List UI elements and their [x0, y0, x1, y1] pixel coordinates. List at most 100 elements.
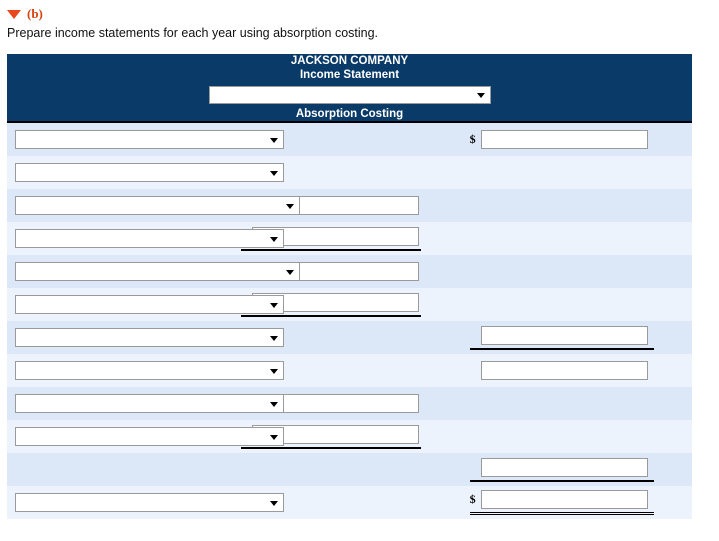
- line-item-select-box: [15, 295, 284, 314]
- row-label-content: [15, 453, 235, 486]
- row-label-content: [15, 123, 235, 156]
- row-total-cell: $: [464, 486, 692, 519]
- triangle-down-icon[interactable]: [7, 10, 21, 19]
- row-total-content: $: [470, 486, 692, 519]
- line-item-select-box: [15, 130, 284, 149]
- line-item-select-box: [15, 328, 284, 347]
- row-label-content: [15, 420, 235, 453]
- line-item-select[interactable]: [15, 295, 284, 314]
- row-label-cell: [7, 156, 235, 189]
- row-total-content: $: [470, 321, 692, 354]
- instruction-text: Prepare income statements for each year …: [7, 26, 378, 40]
- line-item-select-box: [15, 361, 284, 380]
- line-item-select[interactable]: [15, 130, 284, 149]
- row-label-content: [15, 288, 235, 321]
- line-item-select[interactable]: [15, 427, 284, 446]
- total-inline: $: [470, 130, 654, 149]
- row-total-cell: $: [464, 354, 692, 387]
- period-select[interactable]: [209, 86, 491, 104]
- total-amount-input[interactable]: [481, 130, 648, 149]
- row-label-cell: [7, 321, 235, 354]
- row-total-content: [470, 156, 692, 189]
- table-row: $: [7, 288, 692, 321]
- table-row: $: [7, 354, 692, 387]
- line-item-select-box: [15, 394, 284, 413]
- row-label-cell: [7, 354, 235, 387]
- line-item-select[interactable]: [15, 361, 284, 380]
- row-total-content: $: [470, 123, 692, 156]
- row-label-cell: [7, 189, 235, 222]
- row-total-cell: [464, 156, 692, 189]
- part-label: (b): [27, 6, 43, 22]
- table-row: $: [7, 420, 692, 453]
- line-item-select-box: [15, 493, 284, 512]
- line-item-select[interactable]: [15, 328, 284, 347]
- row-total-cell: $: [464, 321, 692, 354]
- row-label-cell: [7, 288, 235, 321]
- row-label-cell: [7, 387, 235, 420]
- line-item-select-box: [15, 262, 300, 281]
- row-label-content: [15, 387, 235, 420]
- row-label-content: [15, 321, 235, 354]
- total-field-wrap: $: [470, 130, 654, 149]
- line-item-select[interactable]: [15, 229, 284, 248]
- total-inline: $: [470, 490, 654, 509]
- total-inline: $: [470, 458, 654, 477]
- total-inline: $: [470, 361, 654, 380]
- row-label-cell: [7, 255, 235, 288]
- total-amount-input[interactable]: [481, 326, 648, 345]
- row-total-content: $: [470, 453, 692, 486]
- line-item-select[interactable]: [15, 493, 284, 512]
- currency-symbol: $: [470, 328, 481, 343]
- part-heading: (b): [7, 5, 43, 23]
- row-total-content: [470, 189, 692, 222]
- row-total-content: [470, 387, 692, 420]
- row-total-content: $: [470, 354, 692, 387]
- row-label-cell: [7, 420, 235, 453]
- row-label-content: [15, 486, 235, 519]
- row-total-content: [470, 222, 692, 255]
- row-subtotal-content: [241, 453, 463, 486]
- currency-symbol: $: [470, 132, 481, 147]
- line-item-select[interactable]: [15, 262, 300, 281]
- row-total-cell: [464, 255, 692, 288]
- table-row: $: [7, 453, 692, 486]
- currency-symbol: $: [470, 363, 481, 378]
- row-label-content: [15, 255, 235, 288]
- row-total-content: [470, 255, 692, 288]
- row-subtotal-cell: [235, 453, 463, 486]
- statement-header-cell: JACKSON COMPANY Income Statement Absorpt…: [7, 54, 692, 122]
- row-label-cell: [7, 486, 235, 519]
- statement-title: Income Statement: [7, 68, 692, 82]
- period-select-box: [209, 86, 491, 104]
- line-item-select[interactable]: [15, 163, 284, 182]
- row-total-cell: [464, 387, 692, 420]
- table-row: $: [7, 122, 692, 156]
- company-name: JACKSON COMPANY: [7, 54, 692, 68]
- row-label-cell: [7, 222, 235, 255]
- statement-header-row: JACKSON COMPANY Income Statement Absorpt…: [7, 54, 692, 122]
- line-item-select-box: [15, 229, 284, 248]
- row-label-content: [15, 189, 235, 222]
- row-label-content: [15, 222, 235, 255]
- total-amount-input[interactable]: [481, 490, 648, 509]
- row-label-cell: [7, 122, 235, 156]
- line-item-select-box: [15, 163, 284, 182]
- currency-symbol: $: [470, 460, 481, 475]
- row-total-cell: [464, 222, 692, 255]
- total-amount-input[interactable]: [481, 361, 648, 380]
- table-row: $: [7, 387, 692, 420]
- total-field-wrap: $: [470, 326, 654, 350]
- table-row: [7, 156, 692, 189]
- total-amount-input[interactable]: [481, 458, 648, 477]
- table-row: $: [7, 222, 692, 255]
- row-total-cell: [464, 288, 692, 321]
- line-item-select[interactable]: [15, 394, 284, 413]
- period-select-wrap: [7, 82, 692, 107]
- statement-body: JACKSON COMPANY Income Statement Absorpt…: [7, 54, 692, 122]
- row-total-cell: $: [464, 122, 692, 156]
- total-field-wrap: $: [470, 490, 654, 515]
- total-field-wrap: $: [470, 361, 654, 380]
- line-item-select[interactable]: [15, 196, 300, 215]
- statement-rows: $$$$$$$$$$$: [7, 122, 692, 519]
